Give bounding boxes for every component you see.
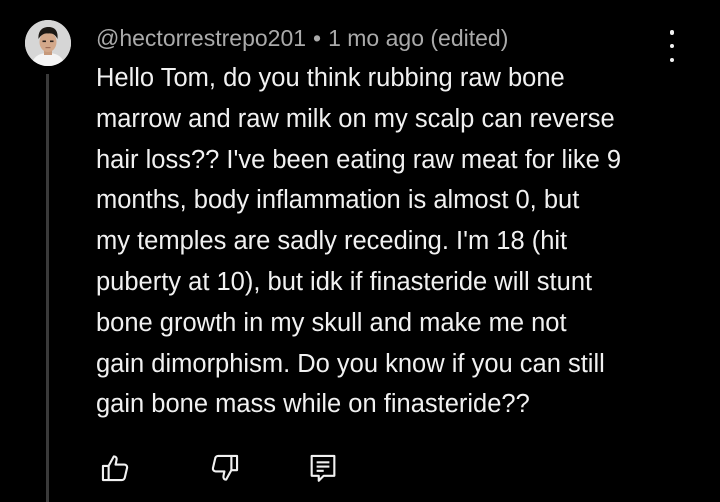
comment-line: bone growth in my skull and make me not <box>96 308 567 337</box>
like-button[interactable] <box>98 451 134 487</box>
thread-line <box>46 74 49 502</box>
comment-line: marrow and raw milk on my scalp can reve… <box>96 104 615 133</box>
reply-button[interactable] <box>306 451 342 487</box>
comment-line: Hello Tom, do you think rubbing raw bone <box>96 64 565 92</box>
author-handle[interactable]: @hectorrestrepo201 <box>96 25 306 51</box>
comment-line: puberty at 10), but idk if finasteride w… <box>96 267 593 296</box>
comment-line: my temples are sadly receding. I'm 18 (h… <box>96 227 568 256</box>
comment-timestamp[interactable]: 1 mo ago (edited) <box>328 25 508 51</box>
header-separator: • <box>313 25 322 51</box>
comment-text: Hello Tom, do you think rubbing raw bone… <box>96 58 696 425</box>
menu-dot <box>669 43 675 49</box>
dislike-button[interactable] <box>208 451 244 487</box>
avatar[interactable] <box>25 20 71 66</box>
comment-line: gain bone mass while on finasteride?? <box>96 390 530 419</box>
comment-line: hair loss?? I've been eating raw meat fo… <box>96 145 622 174</box>
thumbs-down-icon <box>211 454 239 481</box>
thumbs-up-icon <box>101 455 129 482</box>
menu-dot <box>669 30 675 35</box>
reply-comment-icon <box>310 454 336 482</box>
comment-thread: @hectorrestrepo201 • 1 mo ago (edited) Hel… <box>0 0 720 502</box>
comment-line: months, body inflammation is almost 0, b… <box>96 186 580 215</box>
comment-line: gain dimorphism. Do you know if you can … <box>96 349 605 378</box>
user-avatar-icon <box>25 20 71 66</box>
comment-header: @hectorrestrepo201 • 1 mo ago (edited) <box>96 22 508 54</box>
